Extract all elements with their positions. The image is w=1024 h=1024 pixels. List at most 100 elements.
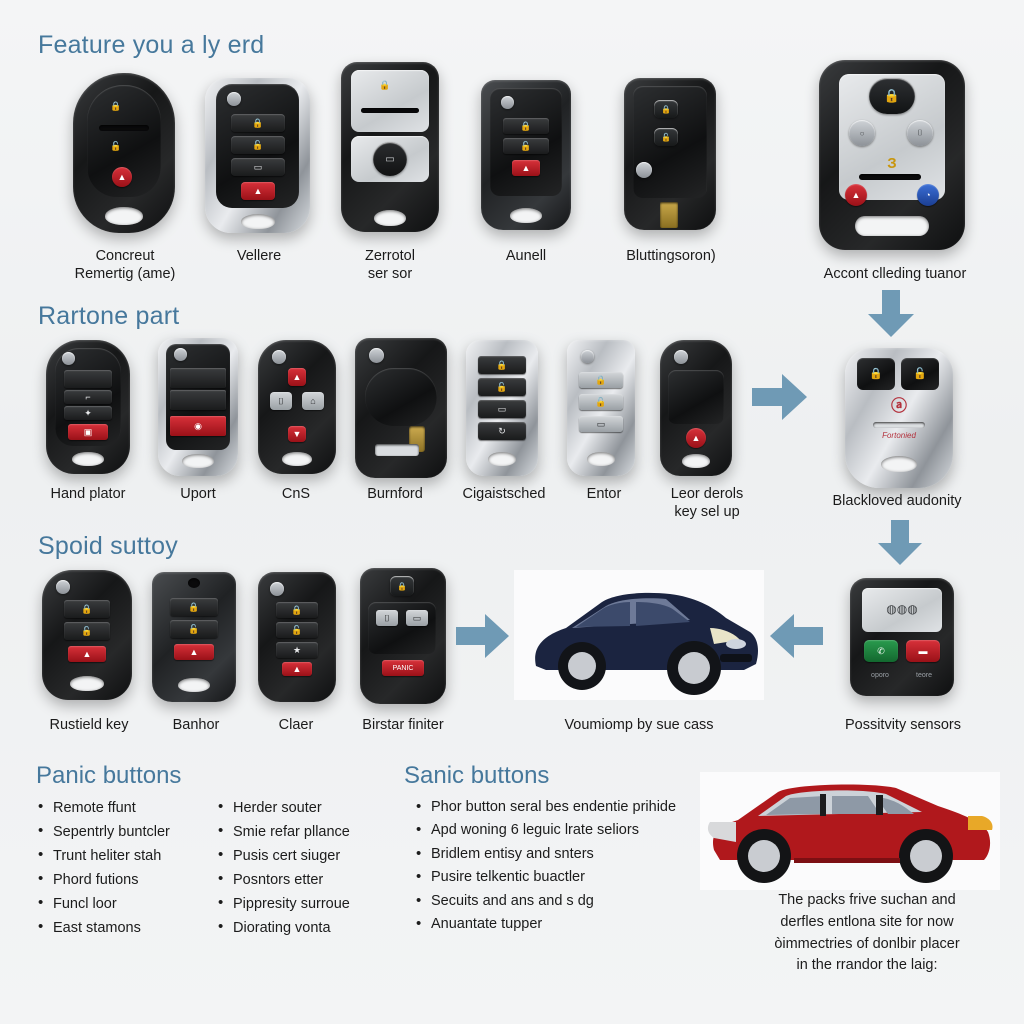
lock-button[interactable]: ⌂ bbox=[302, 392, 324, 410]
trunk-button[interactable]: ▼ bbox=[288, 426, 306, 442]
unlock-button[interactable]: 🔓 bbox=[503, 138, 549, 154]
unlock-button[interactable]: 🔓 bbox=[231, 136, 285, 154]
list-item: Phord futions bbox=[36, 867, 216, 892]
unlock-button[interactable]: 🔓 bbox=[654, 128, 678, 146]
key-fob-13[interactable]: 🔒 🔓 ▲ bbox=[42, 570, 132, 700]
lock-button[interactable]: 🔒 bbox=[579, 372, 623, 388]
panic-button[interactable]: ▲ bbox=[241, 182, 275, 200]
lock-button[interactable]: 🔒 bbox=[869, 78, 915, 114]
keyring-hole bbox=[855, 216, 929, 236]
caption-row3-car: Voumiomp by sue cass bbox=[564, 717, 714, 733]
trunk-button[interactable]: ★ bbox=[276, 642, 318, 658]
trunk-button[interactable]: ▭ bbox=[231, 158, 285, 176]
fob-slot bbox=[873, 422, 925, 428]
trunk-button[interactable]: ⌷ bbox=[907, 120, 933, 146]
lock-button[interactable]: 🔒 bbox=[170, 598, 218, 616]
key-fob-10[interactable]: 🔒 🔓 ▭ ↻ bbox=[466, 340, 538, 476]
caption-featured-1: Accont clleding tuanor bbox=[823, 266, 967, 282]
panic-button[interactable]: ▣ bbox=[68, 424, 108, 440]
featured-key-fob-3[interactable]: ◍◍◍ ✆ ▬ oporo teore bbox=[850, 578, 954, 696]
lock-button[interactable]: 🔒 bbox=[231, 114, 285, 132]
panic-button[interactable]: ▲ bbox=[282, 662, 312, 676]
key-fob-8[interactable]: ▲ ⌷ ⌂ ▼ bbox=[258, 340, 336, 474]
key-fob-6[interactable]: ⌐ ✦ ▣ bbox=[46, 340, 130, 474]
caption-row3-4: Birstar finiter bbox=[362, 717, 444, 733]
caption-row3-1: Rustield key bbox=[49, 717, 129, 733]
key-fob-9[interactable] bbox=[355, 338, 447, 478]
lock-icon[interactable]: 🔒 bbox=[373, 76, 397, 94]
panic-button[interactable]: ▲ bbox=[174, 644, 214, 660]
unlock-button[interactable]: 🔓 bbox=[276, 622, 318, 638]
fob-label-right: teore bbox=[916, 671, 932, 679]
panic-button[interactable]: ▲ bbox=[288, 368, 306, 386]
caption-row2-2: Uport bbox=[180, 486, 216, 502]
unlock-button[interactable]: ⌐ bbox=[64, 390, 112, 404]
caption-row2-4: Burnford bbox=[367, 486, 423, 502]
led-indicator bbox=[270, 582, 284, 596]
unlock-button[interactable]: 🔓 bbox=[579, 394, 623, 410]
key-fob-5[interactable]: 🔒 🔓 bbox=[624, 78, 716, 230]
lock-button[interactable]: 🔒 bbox=[478, 356, 526, 374]
unlock-icon[interactable]: 🔓 bbox=[103, 135, 129, 157]
lock-button[interactable] bbox=[64, 370, 112, 388]
key-fob-16[interactable]: 🔒 ⌷ ▭ PANIC bbox=[360, 568, 446, 704]
key-fob-11[interactable]: 🔒 🔓 ▭ bbox=[567, 340, 635, 476]
lock-button[interactable] bbox=[170, 368, 226, 388]
key-fob-7[interactable]: ◉ bbox=[158, 338, 238, 476]
led-indicator bbox=[581, 350, 594, 363]
unlock-button[interactable]: 🔓 bbox=[64, 622, 110, 640]
unlock-button[interactable]: ⌷ bbox=[270, 392, 292, 410]
key-fob-14[interactable]: 🔒 🔓 ▲ bbox=[152, 572, 236, 702]
panic-button[interactable]: PANIC bbox=[382, 660, 424, 676]
call-button[interactable]: ✆ bbox=[864, 640, 898, 662]
panic-button[interactable]: ▲ bbox=[512, 160, 540, 176]
keyring-hole bbox=[374, 210, 406, 226]
remote-start-button[interactable]: ◔ bbox=[917, 184, 939, 206]
keyring-hole bbox=[488, 452, 516, 466]
unlock-button[interactable]: ⌷ bbox=[376, 610, 398, 626]
keyring-hole bbox=[682, 454, 710, 468]
featured-key-fob-1[interactable]: 🔒 ○ ⌷ З ▲ ◔ bbox=[819, 60, 965, 250]
key-fob-1[interactable]: 🔒 🔓 ▲ bbox=[73, 73, 175, 233]
unlock-button[interactable]: 🔓 bbox=[478, 378, 526, 396]
panic-button[interactable]: ▲ bbox=[686, 428, 706, 448]
keyring-hole bbox=[182, 454, 214, 468]
caption-row3-3: Claer bbox=[278, 717, 314, 733]
key-fob-2[interactable]: 🔒 🔓 ▭ ▲ bbox=[205, 78, 310, 233]
unlock-button[interactable] bbox=[170, 390, 226, 410]
key-fob-15[interactable]: 🔒 🔓 ★ ▲ bbox=[258, 572, 336, 702]
lock-button[interactable]: 🔒 bbox=[503, 118, 549, 134]
key-fob-12[interactable]: ▲ bbox=[660, 340, 732, 476]
caption-row1-3: Zerrotol ser sor bbox=[365, 248, 415, 283]
fob-label-left: oporo bbox=[871, 671, 889, 679]
led-indicator bbox=[56, 580, 70, 594]
panic-button[interactable]: ▲ bbox=[112, 167, 132, 187]
lock-button[interactable]: 🔒 bbox=[64, 600, 110, 618]
trunk-button[interactable]: ▭ bbox=[373, 142, 407, 176]
panic-button[interactable]: ▲ bbox=[68, 646, 106, 662]
remote-start-button[interactable]: ↻ bbox=[478, 422, 526, 440]
lock-button[interactable]: 🔒 bbox=[654, 100, 678, 118]
sanic-buttons-title: Sanic buttons bbox=[404, 762, 550, 789]
unlock-button[interactable]: 🔓 bbox=[170, 620, 218, 638]
unlock-button[interactable]: ○ bbox=[849, 120, 875, 146]
panic-button[interactable]: ▲ bbox=[845, 184, 867, 206]
section-title-3: Spoid suttoy bbox=[38, 532, 178, 560]
caption-row2-5: Cigaistsched bbox=[462, 486, 546, 502]
end-button[interactable]: ▬ bbox=[906, 640, 940, 662]
list-item: Diorating vonta bbox=[216, 915, 406, 940]
trunk-button[interactable]: ▭ bbox=[579, 416, 623, 432]
key-fob-3[interactable]: 🔒 ▭ bbox=[341, 62, 439, 232]
key-fob-4[interactable]: 🔒 🔓 ▲ bbox=[481, 80, 571, 230]
trunk-button[interactable]: ✦ bbox=[64, 406, 112, 420]
list-item: Smie refar pllance bbox=[216, 819, 406, 844]
panic-button[interactable]: ◉ bbox=[170, 416, 226, 436]
lock-icon[interactable]: 🔒 bbox=[103, 95, 129, 117]
trunk-button[interactable]: ▭ bbox=[406, 610, 428, 626]
led-indicator bbox=[369, 348, 384, 363]
featured-key-fob-2[interactable]: 🔒 🔓 ⓐ Fortonied bbox=[845, 348, 953, 488]
trunk-button[interactable]: ▭ bbox=[478, 400, 526, 418]
red-car-image bbox=[700, 772, 1000, 890]
lock-button[interactable]: 🔒 bbox=[276, 602, 318, 618]
lock-button[interactable]: 🔒 bbox=[390, 576, 414, 596]
